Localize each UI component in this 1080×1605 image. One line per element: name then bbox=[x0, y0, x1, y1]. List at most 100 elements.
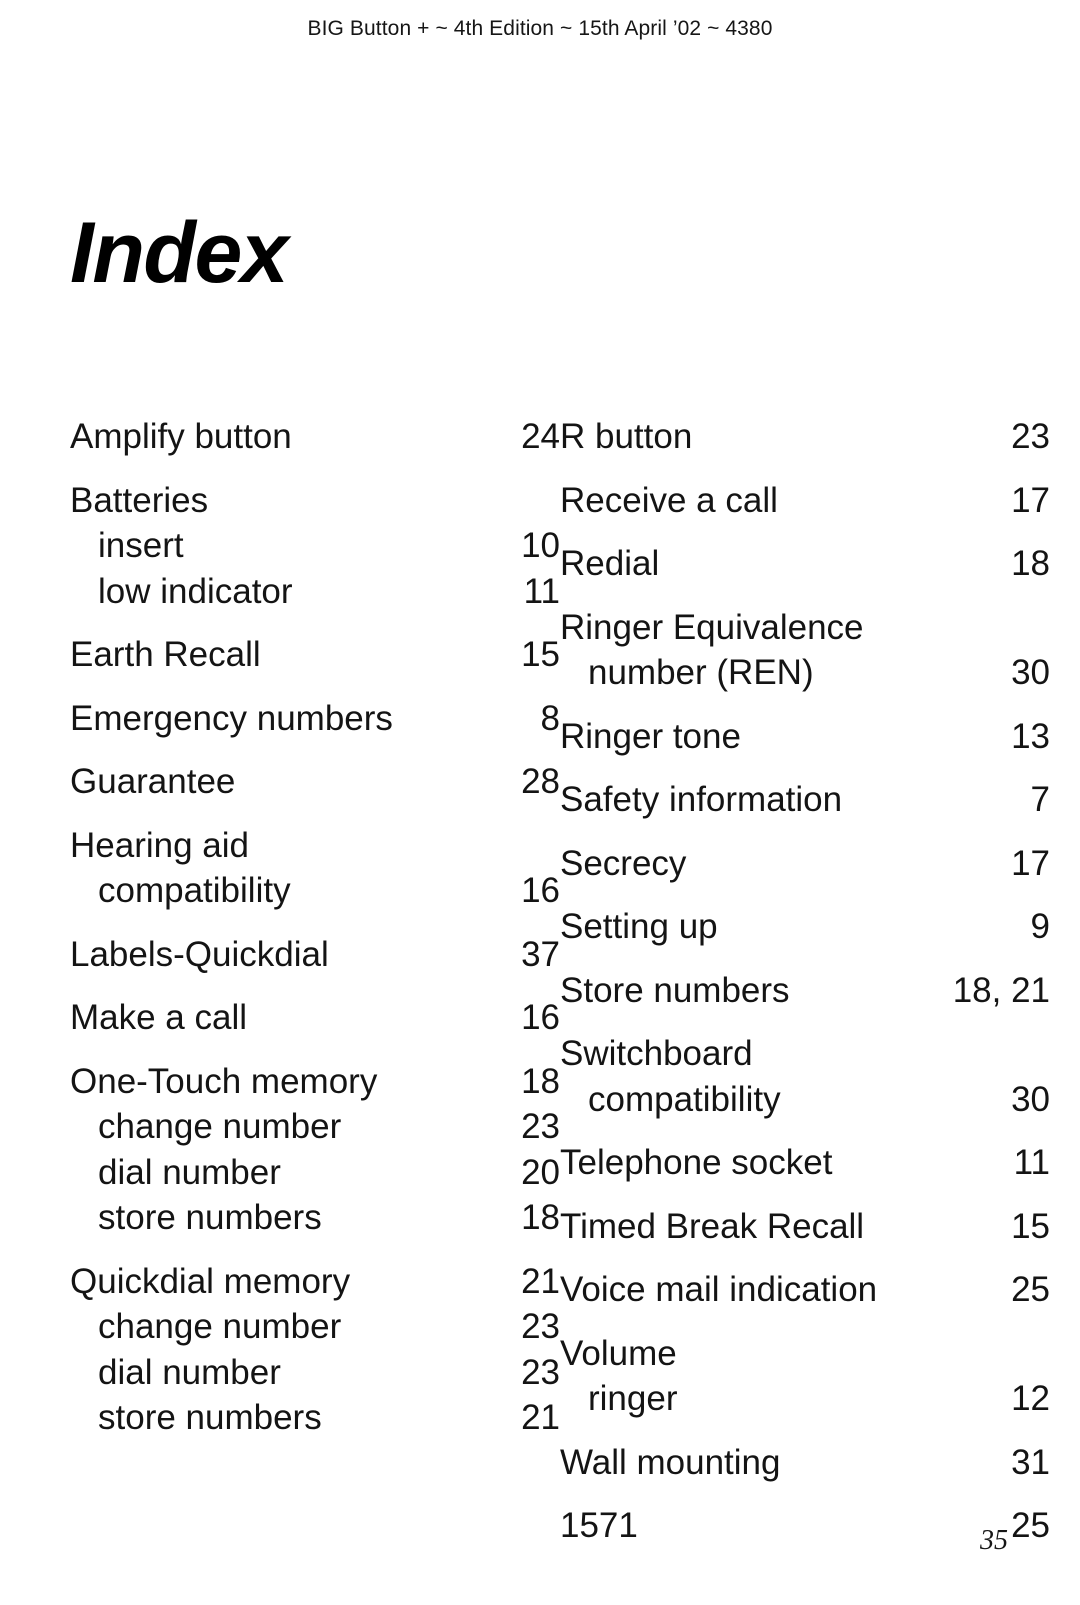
index-entry-page-number: 23 bbox=[521, 1107, 560, 1146]
index-entry-label: Redial bbox=[560, 544, 660, 583]
index-entry: Amplify button 24 bbox=[70, 414, 560, 460]
index-entry-page-number: 7 bbox=[1030, 780, 1050, 819]
index-entry: Quickdial memory 21 bbox=[70, 1259, 560, 1305]
index-entry-label: Secrecy bbox=[560, 843, 687, 883]
index-page: BIG Button + ~ 4th Edition ~ 15th April … bbox=[0, 0, 1080, 1605]
index-entry: One-Touch memory 18 bbox=[70, 1059, 560, 1105]
index-entry-label: Quickdial memory bbox=[70, 1261, 351, 1301]
index-column-left: Amplify button 24 Batteries insert 10 low ind… bbox=[70, 414, 560, 1549]
index-entry-page-number: 20 bbox=[521, 1152, 560, 1192]
index-entry-page-number: 11 bbox=[523, 571, 560, 611]
index-entry-page-number: 21 bbox=[521, 1398, 560, 1437]
index-entry-label: low indicator bbox=[98, 571, 293, 611]
index-entry-label: Setting up bbox=[560, 907, 718, 946]
index-entry: low indicator 11 bbox=[70, 569, 560, 615]
index-entry: ringer 12 bbox=[560, 1376, 1050, 1422]
index-entry: Ringer Equivalence bbox=[560, 605, 1050, 651]
index-entry-label: Earth Recall bbox=[70, 635, 261, 674]
index-entry: compatibility 16 bbox=[70, 868, 560, 914]
index-entry-label: Receive a call bbox=[560, 480, 778, 520]
index-entry-label: compatibility bbox=[98, 871, 291, 910]
index-entry: Hearing aid bbox=[70, 823, 560, 869]
running-header: BIG Button + ~ 4th Edition ~ 15th April … bbox=[307, 17, 773, 40]
index-entry-page-number: 17 bbox=[1011, 480, 1050, 520]
index-entry-page-number: 10 bbox=[521, 526, 560, 565]
index-entry-label: Switchboard bbox=[560, 1034, 753, 1073]
index-entry-page-number: 18 bbox=[1011, 544, 1050, 583]
index-entry-label: Make a call bbox=[70, 998, 248, 1037]
index-entry: Guarantee 28 bbox=[70, 759, 560, 805]
index-entry-label: number (REN) bbox=[588, 653, 814, 692]
index-entry: Emergency numbers 8 bbox=[70, 696, 560, 742]
index-entry-page-number: 37 bbox=[521, 934, 560, 974]
index-entry-page-number: 23 bbox=[521, 1307, 560, 1346]
index-entry: compatibility 30 bbox=[560, 1077, 1050, 1123]
index-entry: Make a call 16 bbox=[70, 995, 560, 1041]
index-entry-page-number: 16 bbox=[521, 998, 560, 1037]
index-entry-page-number: 18, 21 bbox=[952, 970, 1050, 1010]
index-entry-page-number: 21 bbox=[521, 1261, 560, 1301]
index-entry-label: Ringer tone bbox=[560, 716, 741, 756]
index-entry-label: Store numbers bbox=[560, 970, 790, 1010]
index-entry-label: Ringer Equivalence bbox=[560, 607, 864, 647]
index-entry-label: One-Touch memory bbox=[70, 1061, 378, 1101]
index-entry: Labels-Quickdial 37 bbox=[70, 932, 560, 978]
index-entry: Switchboard bbox=[560, 1031, 1050, 1077]
index-entry: R button 23 bbox=[560, 414, 1050, 460]
index-entry-label: Wall mounting bbox=[560, 1442, 781, 1482]
index-entry-label: Batteries bbox=[70, 480, 209, 520]
index-entry-label: insert bbox=[98, 526, 184, 565]
index-entry: Safety information 7 bbox=[560, 777, 1050, 823]
index-entry: store numbers 21 bbox=[70, 1395, 560, 1441]
index-entry-page-number: 17 bbox=[1011, 843, 1050, 883]
index-body: Amplify button 24 Batteries insert 10 low ind… bbox=[0, 414, 1080, 1549]
index-entry-page-number: 15 bbox=[1011, 1206, 1050, 1246]
index-entry-label: Telephone socket bbox=[560, 1143, 833, 1182]
index-entry: store numbers 18 bbox=[70, 1195, 560, 1241]
index-entry: Redial 18 bbox=[560, 541, 1050, 587]
index-entry: insert 10 bbox=[70, 523, 560, 569]
index-entry-page-number: 12 bbox=[1011, 1379, 1050, 1418]
index-entry: change number 23 bbox=[70, 1104, 560, 1150]
index-entry-page-number: 24 bbox=[521, 417, 560, 456]
index-entry: Store numbers 18, 21 bbox=[560, 968, 1050, 1014]
index-entry-page-number: 18 bbox=[521, 1061, 560, 1101]
index-entry-page-number: 18 bbox=[521, 1198, 560, 1237]
index-entry-label: Emergency numbers bbox=[70, 698, 393, 738]
index-entry-label: Hearing aid bbox=[70, 825, 249, 865]
index-entry-page-number: 15 bbox=[521, 635, 560, 674]
index-entry: Batteries bbox=[70, 478, 560, 524]
index-entry: Earth Recall 15 bbox=[70, 632, 560, 678]
index-entry-page-number: 16 bbox=[521, 871, 560, 910]
index-entry-page-number: 23 bbox=[521, 1352, 560, 1392]
index-entry-label: Guarantee bbox=[70, 762, 236, 801]
index-entry-label: compatibility bbox=[588, 1079, 781, 1119]
index-entry: Timed Break Recall 15 bbox=[560, 1204, 1050, 1250]
index-entry: change number 23 bbox=[70, 1304, 560, 1350]
index-entry-label: Timed Break Recall bbox=[560, 1206, 865, 1246]
index-entry-label: store numbers bbox=[98, 1198, 322, 1237]
index-entry: Telephone socket 11 bbox=[560, 1140, 1050, 1186]
index-entry-page-number: 31 bbox=[1011, 1442, 1050, 1482]
index-entry: number (REN) 30 bbox=[560, 650, 1050, 696]
index-entry-label: Labels-Quickdial bbox=[70, 934, 329, 974]
index-entry: Receive a call 17 bbox=[560, 478, 1050, 524]
index-column-right: R button 23 Receive a call 17 Redial 18 Ringer… bbox=[560, 414, 1050, 1549]
index-entry-label: Amplify button bbox=[70, 417, 292, 456]
index-entry: dial number 23 bbox=[70, 1350, 560, 1396]
index-entry-page-number: 25 bbox=[1011, 1270, 1050, 1309]
index-entry: Wall mounting 31 bbox=[560, 1440, 1050, 1486]
index-entry-page-number: 13 bbox=[1011, 716, 1050, 756]
index-entry: dial number 20 bbox=[70, 1150, 560, 1196]
index-entry: Volume bbox=[560, 1331, 1050, 1377]
index-entry: 1571 25 bbox=[560, 1503, 1050, 1549]
index-entry-label: Volume bbox=[560, 1333, 677, 1373]
index-entry-label: R button bbox=[560, 417, 693, 456]
index-entry: Ringer tone 13 bbox=[560, 714, 1050, 760]
index-entry-page-number: 8 bbox=[540, 698, 560, 738]
index-entry: Setting up 9 bbox=[560, 904, 1050, 950]
index-entry-label: ringer bbox=[588, 1379, 678, 1418]
index-entry-label: change number bbox=[98, 1107, 342, 1146]
index-entry-page-number: 9 bbox=[1030, 907, 1050, 946]
index-entry-label: store numbers bbox=[98, 1398, 322, 1437]
